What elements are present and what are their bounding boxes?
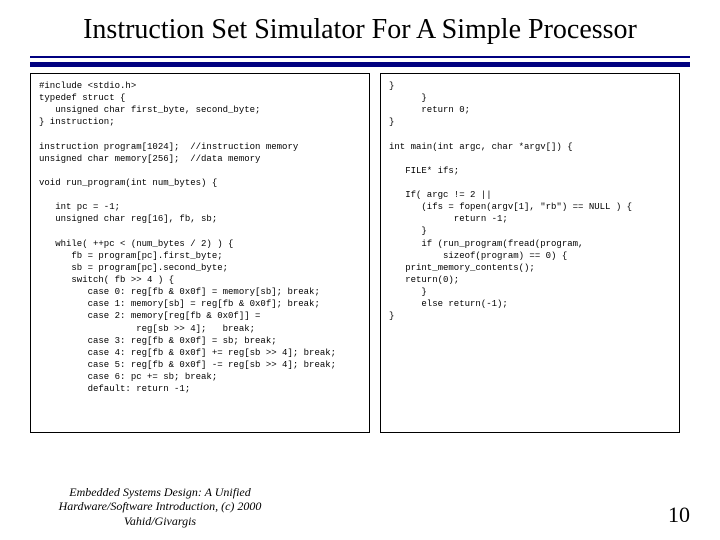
slide-title: Instruction Set Simulator For A Simple P…: [30, 15, 690, 46]
footer-citation: Embedded Systems Design: A Unified Hardw…: [30, 485, 290, 528]
footer: Embedded Systems Design: A Unified Hardw…: [30, 485, 690, 528]
code-right: } } return 0; } int main(int argc, char …: [380, 73, 680, 433]
code-left: #include <stdio.h> typedef struct { unsi…: [30, 73, 370, 433]
page-number: 10: [668, 502, 690, 528]
title-underline: [30, 56, 690, 67]
code-area: #include <stdio.h> typedef struct { unsi…: [30, 73, 690, 433]
